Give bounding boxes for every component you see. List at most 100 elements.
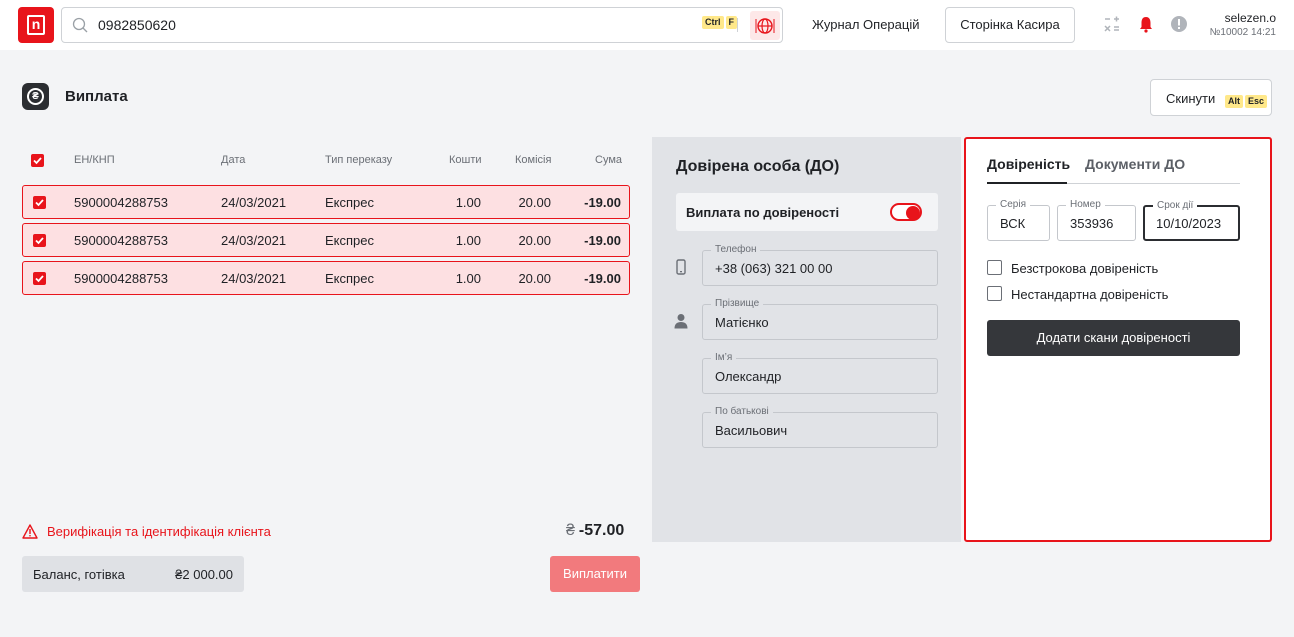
scan-globe-button[interactable] (750, 11, 780, 40)
expiry-date-field[interactable]: Срок дії 10/10/2023 (1143, 200, 1240, 241)
first-name-field[interactable]: Ім’я Олександр (702, 352, 938, 394)
patronymic-value: Васильович (715, 423, 788, 438)
tab-trustee-documents[interactable]: Документи ДО (1085, 156, 1185, 172)
cell-en: 5900004288753 (74, 195, 168, 210)
search-box[interactable]: CtrlF (61, 7, 783, 43)
cell-date: 24/03/2021 (221, 233, 287, 248)
cell-date: 24/03/2021 (221, 195, 287, 210)
page-title: Виплата (65, 88, 128, 105)
column-header-type[interactable]: Тип переказу (325, 154, 392, 166)
cell-type: Експрес (325, 271, 375, 286)
column-header-sum[interactable]: Сума (595, 154, 622, 166)
warning-icon (22, 524, 38, 539)
logo-glyph: n (27, 15, 45, 35)
checkbox-box[interactable] (987, 286, 1002, 301)
surname-label: Прізвище (711, 298, 764, 309)
cell-type: Експрес (325, 233, 375, 248)
trustee-title: Довірена особа (ДО) (676, 158, 840, 175)
nonstandard-poa-label: Нестандартна довіреність (1011, 287, 1169, 302)
cell-sum: -19.00 (584, 195, 621, 210)
user-name[interactable]: selezen.o (1225, 11, 1276, 25)
series-field[interactable]: Серія ВСК (987, 199, 1050, 241)
app-logo[interactable]: n (18, 7, 54, 43)
check-icon (35, 199, 44, 207)
search-icon (72, 17, 88, 33)
top-bar: n CtrlF Журнал Операцій Сторінка Касира (0, 0, 1294, 50)
expiry-label: Срок дії (1153, 200, 1198, 211)
row-checkbox[interactable] (33, 234, 46, 247)
column-header-en[interactable]: ЕН/КНП (74, 154, 115, 166)
phone-label: Телефон (711, 244, 761, 255)
row-checkbox[interactable] (33, 196, 46, 209)
user-shift-info: №10002 14:21 (1209, 27, 1276, 38)
cell-fee: 20.00 (518, 271, 551, 286)
table-row[interactable]: 5900004288753 24/03/2021 Експрес 1.00 20… (22, 223, 630, 257)
cell-funds: 1.00 (455, 233, 481, 248)
active-tab-indicator (987, 182, 1067, 184)
number-label: Номер (1066, 199, 1105, 210)
tab-power-of-attorney[interactable]: Довіреність (987, 156, 1070, 172)
globe-icon (755, 18, 775, 34)
table-row[interactable]: 5900004288753 24/03/2021 Експрес 1.00 20… (22, 185, 630, 219)
divider (737, 18, 738, 32)
balance-label: Баланс, готівка (33, 567, 125, 582)
first-name-label: Ім’я (711, 352, 737, 363)
table-row[interactable]: 5900004288753 24/03/2021 Експрес 1.00 20… (22, 261, 630, 295)
proxy-payment-label: Виплата по довіреності (686, 205, 840, 220)
check-icon (35, 237, 44, 245)
column-header-fee[interactable]: Комісія (515, 154, 551, 166)
checkbox-box[interactable] (987, 260, 1002, 275)
reset-label: Скинути (1166, 91, 1216, 106)
operations-journal-link[interactable]: Журнал Операцій (812, 17, 920, 32)
calculator-icon[interactable] (1103, 15, 1121, 33)
series-value: ВСК (1000, 216, 1026, 231)
reset-shortcut: Alt Esc (1223, 92, 1268, 108)
cell-en: 5900004288753 (74, 233, 168, 248)
cash-balance: Баланс, готівка ₴2 000.00 (22, 556, 244, 592)
search-shortcut: Ctrl F (700, 12, 737, 30)
toggle-knob (906, 206, 920, 220)
proxy-payment-toggle-row: Виплата по довіреності (676, 193, 938, 231)
currency-symbol: ₴ (566, 522, 575, 539)
cell-fee: 20.00 (518, 195, 551, 210)
first-name-value: Олександр (715, 369, 782, 384)
row-checkbox[interactable] (33, 272, 46, 285)
select-all-checkbox[interactable] (31, 154, 44, 167)
phone-icon (676, 259, 686, 275)
phone-field[interactable]: Телефон +38 (063) 321 00 00 (702, 244, 938, 286)
shortcut-key: Alt (1225, 95, 1243, 108)
cell-sum: -19.00 (584, 271, 621, 286)
proxy-payment-toggle[interactable] (890, 203, 922, 221)
power-of-attorney-panel: Довіреність Документи ДО Серія ВСК Номер… (964, 137, 1272, 542)
series-label: Серія (996, 199, 1030, 210)
cashier-page-button[interactable]: Сторінка Касира (945, 7, 1075, 43)
payout-icon: ₴ (22, 83, 49, 110)
number-field[interactable]: Номер 353936 (1057, 199, 1136, 241)
shortcut-key: F (725, 16, 737, 29)
balance-value: ₴2 000.00 (175, 567, 233, 582)
check-icon (33, 157, 42, 165)
indefinite-poa-label: Безстрокова довіреність (1011, 261, 1159, 276)
alert-icon[interactable] (1170, 15, 1188, 33)
add-scans-button[interactable]: Додати скани довіреності (987, 320, 1240, 356)
column-header-date[interactable]: Дата (221, 154, 245, 166)
number-value: 353936 (1070, 216, 1114, 231)
cell-funds: 1.00 (455, 195, 481, 210)
person-icon (674, 314, 688, 329)
hryvnia-icon: ₴ (27, 88, 44, 105)
total-amount: ₴ -57.00 (566, 522, 624, 540)
surname-field[interactable]: Прізвище Матієнко (702, 298, 938, 340)
expiry-value: 10/10/2023 (1156, 216, 1222, 231)
search-input[interactable] (98, 15, 658, 35)
pay-button[interactable]: Виплатити (550, 556, 640, 592)
column-header-funds[interactable]: Кошти (449, 154, 482, 166)
cell-type: Експрес (325, 195, 375, 210)
shortcut-key: Esc (1245, 95, 1268, 108)
patronymic-field[interactable]: По батькові Васильович (702, 406, 938, 448)
total-value: -57.00 (578, 522, 625, 539)
surname-value: Матієнко (715, 315, 769, 330)
reset-button[interactable]: Скинути Alt Esc (1150, 79, 1272, 116)
trustee-panel: Довірена особа (ДО) Виплата по довіренос… (652, 137, 961, 542)
cell-en: 5900004288753 (74, 271, 168, 286)
bell-icon[interactable] (1137, 15, 1155, 33)
